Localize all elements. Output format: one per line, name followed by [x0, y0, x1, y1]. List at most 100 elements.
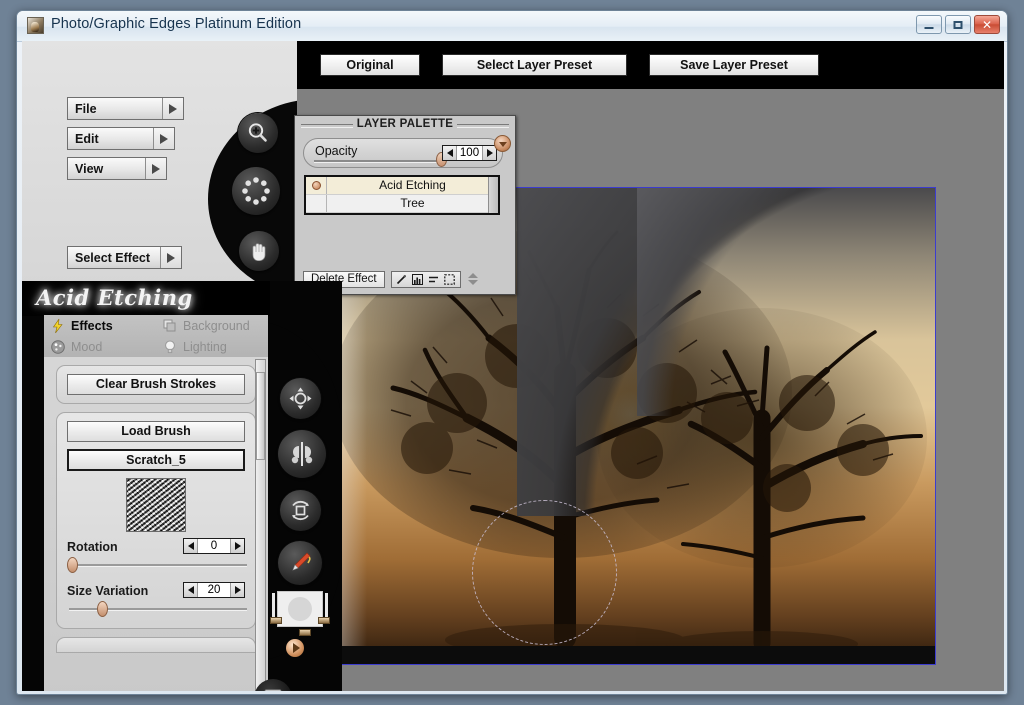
move-transform-icon: [289, 387, 312, 410]
opacity-control[interactable]: Opacity 100: [303, 138, 503, 168]
clear-brush-strokes-button[interactable]: Clear Brush Strokes: [67, 374, 245, 395]
brush-texture-preview[interactable]: [126, 478, 186, 532]
app-root: Photo/Graphic Edges Platinum Edition ✕ F…: [0, 0, 1024, 705]
rotate-icon: [292, 501, 309, 520]
close-button[interactable]: ✕: [974, 15, 1000, 34]
layer-mini-toolbar: [390, 270, 461, 288]
menu-file[interactable]: File: [67, 97, 184, 120]
rotation-label: Rotation: [67, 540, 118, 554]
lightbulb-icon: [165, 340, 175, 353]
select-layer-preset-button[interactable]: Select Layer Preset: [442, 54, 627, 76]
window-controls: ✕: [916, 15, 1000, 34]
opacity-value: 100: [456, 146, 483, 160]
tab-background[interactable]: Background: [156, 315, 268, 336]
brush-size-preview[interactable]: [269, 589, 331, 641]
application-window: Photo/Graphic Edges Platinum Edition ✕ F…: [16, 10, 1008, 695]
size-variation-stepper[interactable]: 20: [183, 582, 245, 598]
chevron-right-icon[interactable]: [153, 128, 174, 149]
layer-palette-title: LAYER PALETTE: [295, 116, 515, 133]
pencil-slash-icon[interactable]: [395, 273, 409, 286]
layer-row[interactable]: Acid Etching: [306, 177, 498, 195]
histogram-icon[interactable]: [411, 273, 425, 286]
brush-pen-icon: [292, 552, 311, 571]
effect-panel-title-bar: Acid Etching: [22, 281, 270, 316]
tab-lighting[interactable]: Lighting: [156, 336, 268, 357]
tab-effects[interactable]: Effects: [44, 315, 156, 336]
brush-name-button[interactable]: Scratch_5: [67, 449, 245, 471]
layer-visibility-toggle[interactable]: [306, 177, 327, 194]
loading-dots-icon: [242, 177, 270, 205]
progress-tool[interactable]: [232, 167, 280, 215]
app-icon: [27, 17, 44, 34]
size-variation-slider-knob[interactable]: [97, 601, 108, 617]
effect-panel-scrollbar[interactable]: [255, 359, 266, 691]
top-button-strip: Original Select Layer Preset Save Layer …: [320, 54, 819, 76]
brush-handle-bottom[interactable]: [299, 629, 311, 636]
lightning-icon: [52, 318, 63, 333]
layer-order-spinner[interactable]: [467, 271, 479, 288]
rotation-stepper[interactable]: 0: [183, 538, 245, 554]
brush-swatch[interactable]: [277, 591, 323, 627]
menu-view[interactable]: View: [67, 157, 167, 180]
hand-pan-icon: [252, 243, 266, 261]
save-layer-preset-button[interactable]: Save Layer Preset: [649, 54, 819, 76]
rotation-decrement-icon[interactable]: [184, 539, 197, 553]
close-icon: ✕: [981, 17, 993, 32]
menu-edit[interactable]: Edit: [67, 127, 175, 150]
brush-handle-right[interactable]: [318, 617, 330, 624]
chevron-right-icon[interactable]: [145, 158, 166, 179]
layers-icon: [163, 319, 176, 331]
visibility-dot-icon: [311, 181, 321, 190]
tab-mood[interactable]: Mood: [44, 336, 156, 357]
expand-arrow-icon[interactable]: [286, 639, 304, 657]
align-icon[interactable]: [427, 273, 441, 286]
brush-pen-tool[interactable]: [278, 541, 322, 585]
size-variation-slider-track[interactable]: [69, 608, 247, 611]
layer-visibility-toggle[interactable]: [306, 195, 327, 212]
layer-row[interactable]: Tree: [306, 195, 498, 213]
title-bar: Photo/Graphic Edges Platinum Edition ✕: [17, 11, 1007, 42]
menu-file-label: File: [75, 101, 97, 116]
rotation-slider-track[interactable]: [69, 564, 247, 567]
move-transform-tool[interactable]: [280, 378, 321, 419]
palette-collapse-icon[interactable]: [494, 135, 511, 152]
zoom-in-tool[interactable]: [238, 113, 278, 153]
rotation-value: 0: [197, 539, 231, 553]
mirror-flip-tool[interactable]: [278, 430, 326, 478]
opacity-increment-icon[interactable]: [483, 146, 496, 160]
mirror-flip-icon: [291, 442, 313, 466]
layer-list-scrollbar[interactable]: [488, 177, 498, 213]
maximize-button[interactable]: [945, 15, 971, 34]
size-variation-value: 20: [197, 583, 231, 597]
minimize-button[interactable]: [916, 15, 942, 34]
size-variation-decrement-icon[interactable]: [184, 583, 197, 597]
effect-panel-title: Acid Etching: [36, 285, 193, 310]
load-brush-button[interactable]: Load Brush: [67, 421, 245, 442]
clear-brush-group: Clear Brush Strokes: [56, 365, 256, 404]
pan-tool[interactable]: [239, 231, 279, 271]
opacity-decrement-icon[interactable]: [443, 146, 456, 160]
rotation-slider-row: Rotation 0: [67, 538, 247, 576]
chevron-right-icon[interactable]: [162, 98, 183, 119]
next-group-clipped: [56, 637, 256, 653]
original-button[interactable]: Original: [320, 54, 420, 76]
trash-icon: [264, 689, 282, 691]
select-effect-button[interactable]: Select Effect: [67, 246, 182, 269]
tab-lighting-label: Lighting: [183, 339, 227, 354]
rotation-increment-icon[interactable]: [231, 539, 244, 553]
rotation-slider-knob[interactable]: [67, 557, 78, 573]
layer-list[interactable]: Acid Etching Tree: [304, 175, 500, 215]
tab-effects-label: Effects: [71, 318, 113, 333]
layer-name: Tree: [400, 196, 425, 210]
marquee-select-icon[interactable]: [443, 273, 457, 286]
scrollbar-thumb[interactable]: [256, 372, 265, 460]
menu-edit-label: Edit: [75, 131, 99, 146]
rotate-tool[interactable]: [280, 490, 321, 531]
opacity-slider-track[interactable]: [314, 160, 444, 163]
opacity-stepper[interactable]: 100: [442, 145, 497, 161]
chevron-right-icon[interactable]: [160, 247, 181, 268]
tab-background-label: Background: [183, 318, 250, 333]
brush-handle-left[interactable]: [270, 617, 282, 624]
size-variation-increment-icon[interactable]: [231, 583, 244, 597]
select-effect-label: Select Effect: [75, 250, 151, 265]
